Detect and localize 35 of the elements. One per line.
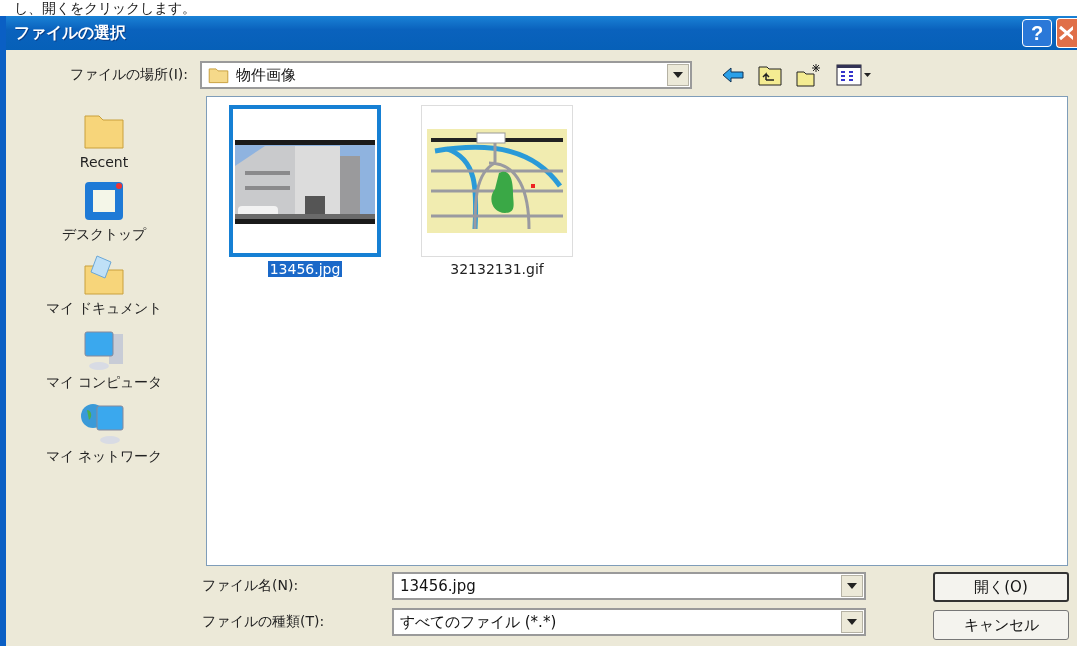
view-menu-icon[interactable] xyxy=(836,64,872,86)
places-label: マイ ネットワーク xyxy=(45,448,163,466)
file-item[interactable]: 13456.jpg xyxy=(229,105,381,277)
location-label: ファイルの場所(I): xyxy=(69,66,189,84)
help-button[interactable]: ? xyxy=(1022,19,1052,47)
instruction-text: し、開くをクリックします。 xyxy=(13,0,197,16)
folder-icon xyxy=(208,66,230,84)
caret-icon xyxy=(847,619,857,625)
new-folder-icon[interactable] xyxy=(796,63,822,87)
caret-icon xyxy=(673,72,683,78)
combo-field[interactable]: すべてのファイル (*.*) xyxy=(392,608,866,636)
up-folder-icon[interactable] xyxy=(758,64,782,86)
places-item[interactable]: デスクトップ xyxy=(58,174,150,246)
close-button[interactable] xyxy=(1056,18,1077,48)
field-label: ファイルの種類(T): xyxy=(202,613,326,631)
places-item[interactable]: Recent xyxy=(75,102,133,172)
caret-icon xyxy=(847,583,857,589)
places-item[interactable]: マイ ドキュメント xyxy=(41,248,167,320)
location-dropdown[interactable]: 物件画像 xyxy=(200,61,692,89)
places-label: マイ コンピュータ xyxy=(45,374,163,392)
window-title: ファイルの選択 xyxy=(14,22,127,44)
field-label: ファイル名(N): xyxy=(202,577,300,595)
close-icon xyxy=(1057,24,1073,42)
file-name: 32132131.gif xyxy=(449,261,545,277)
file-name: 13456.jpg xyxy=(267,261,343,277)
places-label: Recent xyxy=(79,154,129,170)
back-arrow-icon[interactable] xyxy=(722,67,744,83)
open-button[interactable]: 開く(O) xyxy=(933,572,1069,602)
file-item[interactable]: 32132131.gif xyxy=(421,105,573,277)
places-item[interactable]: マイ ネットワーク xyxy=(41,396,167,468)
places-item[interactable]: マイ コンピュータ xyxy=(41,322,167,394)
places-label: マイ ドキュメント xyxy=(45,300,163,318)
cancel-button[interactable]: キャンセル xyxy=(933,610,1069,640)
places-label: デスクトップ xyxy=(62,226,146,244)
combo-field[interactable]: 13456.jpg xyxy=(392,572,866,600)
